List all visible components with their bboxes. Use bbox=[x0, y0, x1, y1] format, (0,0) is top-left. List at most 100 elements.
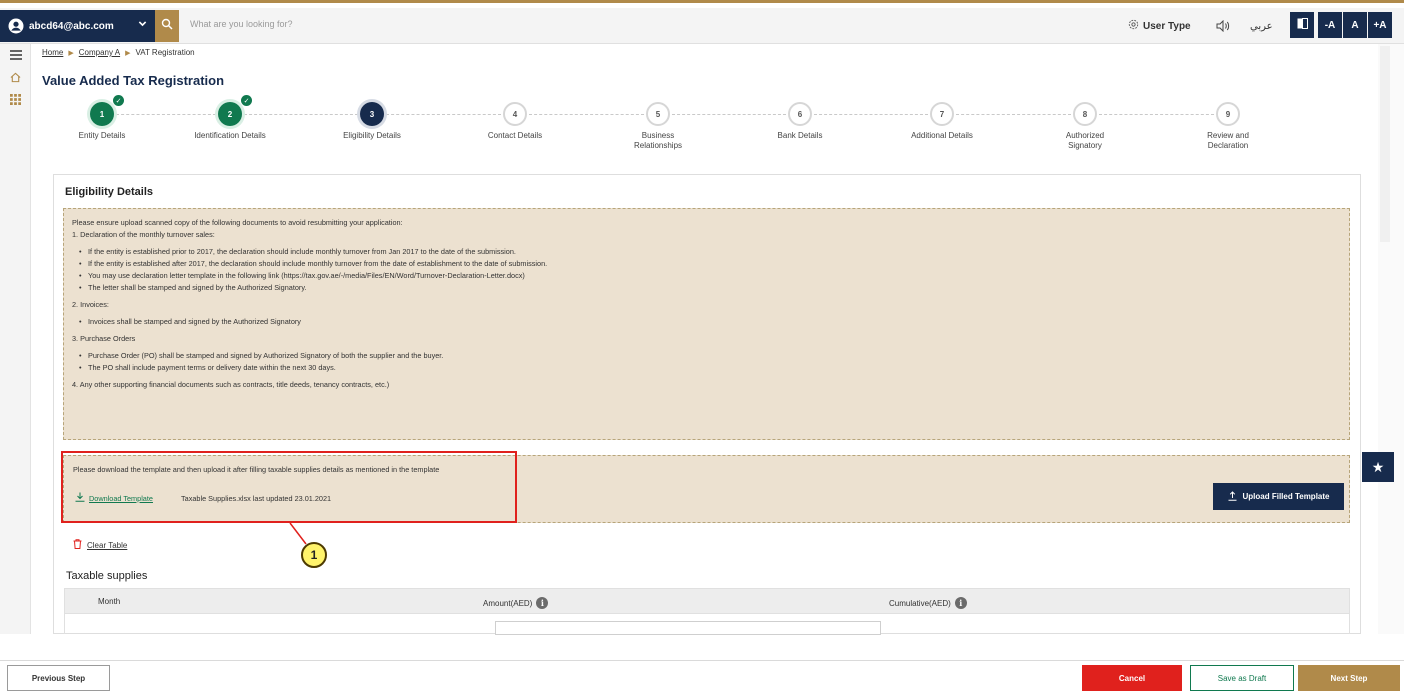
column-header-cumulative: Cumulative(AED) i bbox=[889, 597, 967, 609]
info-icon[interactable]: i bbox=[954, 597, 967, 609]
step-8[interactable]: 8 Authorized Signatory bbox=[1025, 98, 1145, 151]
notice-section-4: 4. Any other supporting financial docume… bbox=[72, 380, 390, 389]
scrollbar-thumb[interactable] bbox=[1380, 46, 1390, 242]
notice-item: Purchase Order (PO) shall be stamped and… bbox=[72, 350, 1341, 362]
document-notice: Please ensure upload scanned copy of the… bbox=[63, 208, 1350, 440]
clear-table-label: Clear Table bbox=[87, 540, 128, 550]
user-icon bbox=[3, 13, 29, 39]
check-icon: ✓ bbox=[113, 95, 124, 106]
font-increase-button[interactable]: +A bbox=[1368, 12, 1392, 38]
step-6[interactable]: 6 Bank Details bbox=[740, 98, 860, 141]
taxable-supplies-title: Taxable supplies bbox=[66, 570, 148, 582]
account-email: abcd64@abc.com bbox=[29, 20, 114, 32]
eligibility-panel: Eligibility Details Please ensure upload… bbox=[53, 174, 1361, 634]
favorite-star-button[interactable]: ★ bbox=[1362, 452, 1394, 482]
step-2[interactable]: 2 ✓ Identification Details bbox=[170, 95, 290, 141]
amount-header-label: Amount(AED) bbox=[483, 598, 533, 608]
step-label: Business Relationships bbox=[633, 131, 683, 150]
step-number-badge: 8 bbox=[1073, 102, 1097, 126]
column-header-month: Month bbox=[98, 597, 120, 606]
step-4[interactable]: 4 Contact Details bbox=[455, 98, 575, 141]
step-9[interactable]: 9 Review and Declaration bbox=[1168, 98, 1288, 151]
step-7[interactable]: 7 Additional Details bbox=[882, 98, 1002, 141]
footer-bar: Previous Step Cancel Save as Draft Next … bbox=[0, 660, 1404, 692]
notice-intro: Please ensure upload scanned copy of the… bbox=[72, 218, 403, 227]
contrast-icon bbox=[1297, 18, 1308, 32]
notice-item: The letter shall be stamped and signed b… bbox=[72, 282, 1341, 294]
month-header-label: Month bbox=[98, 597, 121, 606]
page-title: Value Added Tax Registration bbox=[42, 73, 225, 88]
star-icon: ★ bbox=[1371, 458, 1385, 475]
step-number-badge: 6 bbox=[788, 102, 812, 126]
step-number-badge: 9 bbox=[1216, 102, 1240, 126]
step-label: Contact Details bbox=[487, 131, 543, 140]
notice-item: The PO shall include payment terms or de… bbox=[72, 362, 1341, 374]
user-type-button[interactable]: User Type bbox=[1128, 10, 1204, 42]
notice-section-2: 2. Invoices: bbox=[72, 300, 109, 309]
previous-step-button[interactable]: Previous Step bbox=[7, 665, 110, 691]
breadcrumb-arrow-icon: ▶ bbox=[68, 49, 74, 57]
breadcrumb: Home ▶ Company A ▶ VAT Registration bbox=[42, 48, 195, 57]
step-number-badge: 5 bbox=[646, 102, 670, 126]
chevron-down-icon bbox=[138, 19, 147, 31]
breadcrumb-company-link[interactable]: Company A bbox=[79, 48, 120, 57]
step-number-badge: 7 bbox=[930, 102, 954, 126]
upload-icon bbox=[1228, 490, 1237, 503]
gear-icon bbox=[1128, 19, 1139, 33]
grid-apps-icon[interactable] bbox=[0, 88, 31, 110]
step-label: Entity Details bbox=[78, 131, 126, 140]
step-label: Identification Details bbox=[194, 131, 266, 140]
next-step-button[interactable]: Next Step bbox=[1298, 665, 1400, 691]
step-label: Authorized Signatory bbox=[1065, 131, 1105, 150]
breadcrumb-current: VAT Registration bbox=[135, 48, 195, 57]
cumulative-header-label: Cumulative(AED) bbox=[889, 598, 951, 608]
clear-table-link[interactable]: Clear Table bbox=[73, 539, 127, 551]
breadcrumb-home-link[interactable]: Home bbox=[42, 48, 63, 57]
font-decrease-button[interactable]: -A bbox=[1318, 12, 1342, 38]
panel-title: Eligibility Details bbox=[65, 186, 154, 198]
step-5[interactable]: 5 Business Relationships bbox=[598, 98, 718, 151]
step-number-badge: 1 bbox=[90, 102, 114, 126]
menu-icon[interactable] bbox=[0, 44, 31, 66]
amount-input[interactable] bbox=[495, 621, 881, 635]
cancel-button[interactable]: Cancel bbox=[1082, 665, 1182, 691]
language-toggle[interactable]: عربي bbox=[1250, 10, 1284, 42]
step-number-badge: 4 bbox=[503, 102, 527, 126]
info-icon[interactable]: i bbox=[536, 597, 549, 609]
notice-item: If the entity is established after 2017,… bbox=[72, 258, 1341, 270]
notice-item: If the entity is established prior to 20… bbox=[72, 246, 1341, 258]
trash-icon bbox=[73, 539, 82, 551]
upload-template-label: Upload Filled Template bbox=[1242, 492, 1330, 501]
home-icon[interactable] bbox=[0, 66, 31, 88]
highlight-annotation-box bbox=[61, 451, 517, 523]
left-sidebar bbox=[0, 44, 31, 634]
account-menu[interactable]: abcd64@abc.com bbox=[0, 10, 155, 42]
notice-item: Invoices shall be stamped and signed by … bbox=[72, 316, 1341, 328]
column-header-amount: Amount(AED) i bbox=[483, 597, 549, 609]
upload-template-button[interactable]: Upload Filled Template bbox=[1213, 483, 1344, 510]
step-label: Review and Declaration bbox=[1207, 131, 1249, 150]
step-label: Additional Details bbox=[911, 131, 973, 140]
step-1[interactable]: 1 ✓ Entity Details bbox=[42, 95, 162, 141]
search-input[interactable]: What are you looking for? bbox=[190, 19, 293, 29]
callout-badge: 1 bbox=[301, 542, 327, 568]
speaker-icon[interactable] bbox=[1216, 10, 1236, 42]
step-3[interactable]: 3 Eligibility Details bbox=[312, 98, 432, 141]
save-draft-button[interactable]: Save as Draft bbox=[1190, 665, 1294, 691]
search-button[interactable] bbox=[155, 10, 179, 42]
user-type-label: User Type bbox=[1143, 20, 1191, 32]
step-label: Eligibility Details bbox=[343, 131, 401, 140]
contrast-toggle[interactable] bbox=[1290, 12, 1314, 38]
step-label: Bank Details bbox=[777, 131, 823, 140]
notice-item: You may use declaration letter template … bbox=[72, 270, 1341, 282]
taxable-table-header: Month Amount(AED) i Cumulative(AED) i bbox=[64, 588, 1350, 614]
table-row bbox=[64, 614, 1350, 635]
search-icon bbox=[161, 17, 173, 35]
notice-section-1: 1. Declaration of the monthly turnover s… bbox=[72, 230, 215, 239]
check-icon: ✓ bbox=[241, 95, 252, 106]
top-accent-line bbox=[0, 0, 1404, 3]
font-normal-button[interactable]: A bbox=[1343, 12, 1367, 38]
step-number-badge: 3 bbox=[360, 102, 384, 126]
registration-stepper: 1 ✓ Entity Details 2 ✓ Identification Details… bbox=[42, 95, 1322, 158]
notice-section-3: 3. Purchase Orders bbox=[72, 334, 136, 343]
